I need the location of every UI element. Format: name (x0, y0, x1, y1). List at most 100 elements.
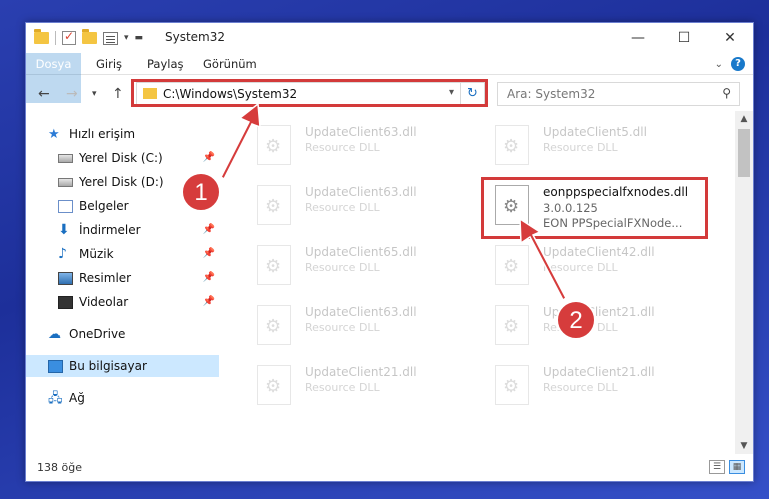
file-type: Resource DLL (305, 141, 380, 154)
properties-icon[interactable] (103, 31, 118, 45)
dll-file-icon (495, 305, 529, 345)
file-name: UpdateClient21.dll (543, 365, 655, 379)
sidebar-item-music[interactable]: ♪ Müzik 📌 (26, 243, 219, 265)
tab-view[interactable]: Görünüm (203, 53, 257, 75)
scroll-thumb[interactable] (738, 129, 750, 177)
sidebar-item-label: Yerel Disk (D:) (79, 175, 164, 189)
step-2-badge: 2 (556, 300, 596, 340)
sidebar-item-label: Bu bilgisayar (69, 359, 147, 373)
file-type: Resource DLL (305, 321, 380, 334)
dll-file-icon (257, 245, 291, 285)
tiles-view-icon[interactable]: ▦ (729, 460, 745, 474)
dll-file-icon (257, 305, 291, 345)
file-name: UpdateClient21.dll (305, 365, 417, 379)
download-icon: ⬇ (58, 221, 70, 238)
drive-icon (58, 153, 73, 163)
computer-icon (48, 359, 63, 373)
documents-icon (58, 199, 73, 213)
file-type: Resource DLL (543, 381, 618, 394)
sidebar-item-this-pc[interactable]: Bu bilgisayar (26, 355, 219, 377)
back-arrow-icon[interactable]: ← (38, 86, 50, 102)
scroll-down-icon[interactable]: ▼ (735, 438, 753, 454)
dll-file-icon (257, 185, 291, 225)
sidebar-item-label: Belgeler (79, 199, 129, 213)
file-name: UpdateClient65.dll (305, 245, 417, 259)
file-item[interactable]: UpdateClient21.dll Resource DLL (249, 359, 479, 409)
navigation-pane: ★ Hızlı erişim Yerel Disk (C:) 📌 Yerel D… (26, 113, 219, 453)
properties-check-icon[interactable] (62, 29, 76, 45)
search-icon[interactable]: ⚲ (722, 86, 731, 100)
help-icon[interactable]: ? (731, 57, 745, 71)
search-placeholder: Ara: System32 (507, 87, 596, 101)
scroll-up-icon[interactable]: ▲ (735, 111, 753, 127)
sidebar-item-label: Müzik (79, 247, 114, 261)
sidebar-item-downloads[interactable]: ⬇ İndirmeler 📌 (26, 219, 219, 241)
customize-toolbar-icon[interactable]: ▬ (135, 33, 144, 43)
up-arrow-icon[interactable]: ↑ (112, 86, 124, 102)
close-button[interactable]: ✕ (707, 23, 753, 53)
file-name: UpdateClient5.dll (543, 125, 647, 139)
details-view-icon[interactable]: ☰ (709, 460, 725, 474)
file-name: UpdateClient42.dll (543, 245, 655, 259)
file-name: UpdateClient63.dll (305, 305, 417, 319)
file-name: UpdateClient63.dll (305, 185, 417, 199)
divider (55, 31, 56, 45)
file-item[interactable]: UpdateClient5.dll Resource DLL (487, 119, 717, 169)
step-1-badge: 1 (181, 172, 221, 212)
videos-icon (58, 295, 73, 309)
sidebar-item-label: Ağ (69, 391, 85, 405)
file-item[interactable]: UpdateClient65.dll Resource DLL (249, 239, 479, 289)
pin-icon[interactable]: 📌 (203, 248, 215, 259)
file-highlight-box (481, 177, 708, 239)
pictures-icon (58, 271, 73, 285)
sidebar-item-label: Resimler (79, 271, 132, 285)
sidebar-item-local-disk-c[interactable]: Yerel Disk (C:) 📌 (26, 147, 219, 169)
pin-icon[interactable]: 📌 (203, 296, 215, 307)
sidebar-item-pictures[interactable]: Resimler 📌 (26, 267, 219, 289)
folder-icon[interactable] (34, 29, 49, 44)
file-item[interactable]: UpdateClient63.dll Resource DLL (249, 179, 479, 229)
sidebar-item-network[interactable]: 🖧 Ağ (26, 387, 219, 409)
dll-file-icon (257, 125, 291, 165)
network-icon: 🖧 (48, 390, 63, 406)
sidebar-item-onedrive[interactable]: ☁ OneDrive (26, 323, 219, 345)
ribbon-tabs: Dosya Giriş Paylaş Görünüm ⌄ ? (26, 53, 753, 103)
sidebar-item-label: Videolar (79, 295, 129, 309)
search-input[interactable]: Ara: System32 ⚲ (497, 82, 740, 106)
file-type: Resource DLL (305, 261, 380, 274)
file-item[interactable]: UpdateClient21.dll Resource DLL (487, 359, 717, 409)
item-count: 138 öğe (37, 461, 82, 474)
dll-file-icon (257, 365, 291, 405)
forward-arrow-icon[interactable]: → (66, 86, 78, 102)
music-icon: ♪ (58, 245, 67, 262)
cloud-icon: ☁ (48, 326, 61, 342)
sidebar-item-label: Hızlı erişim (69, 127, 136, 141)
pin-icon[interactable]: 📌 (203, 272, 215, 283)
window-title: System32 (165, 30, 226, 44)
file-type: Resource DLL (543, 261, 618, 274)
status-bar: 138 öğe ☰ ▦ (26, 455, 753, 481)
tab-home[interactable]: Giriş (96, 53, 122, 75)
pin-icon[interactable]: 📌 (203, 152, 215, 163)
sidebar-item-label: OneDrive (69, 327, 126, 341)
new-folder-icon[interactable] (82, 29, 97, 44)
dll-file-icon (495, 365, 529, 405)
dll-file-icon (495, 125, 529, 165)
tab-share[interactable]: Paylaş (147, 53, 184, 75)
file-item[interactable]: UpdateClient21.dll Resource DLL (487, 299, 717, 349)
file-name: UpdateClient63.dll (305, 125, 417, 139)
file-item[interactable]: UpdateClient42.dll Resource DLL (487, 239, 717, 289)
pin-icon[interactable]: 📌 (203, 224, 215, 235)
file-item[interactable]: UpdateClient63.dll Resource DLL (249, 119, 479, 169)
minimize-button[interactable]: — (615, 23, 661, 53)
recent-chevron-icon[interactable]: ▾ (92, 89, 97, 99)
sidebar-item-videos[interactable]: Videolar 📌 (26, 291, 219, 313)
drive-icon (58, 177, 73, 187)
sidebar-item-quick-access[interactable]: ★ Hızlı erişim (26, 123, 219, 145)
file-item[interactable]: UpdateClient63.dll Resource DLL (249, 299, 479, 349)
file-list: UpdateClient63.dll Resource DLL UpdateCl… (237, 113, 735, 453)
chevron-down-icon[interactable]: ▾ (124, 33, 129, 43)
vertical-scrollbar[interactable]: ▲ ▼ (735, 111, 753, 454)
maximize-button[interactable]: ☐ (661, 23, 707, 53)
chevron-down-icon[interactable]: ⌄ (715, 59, 723, 70)
